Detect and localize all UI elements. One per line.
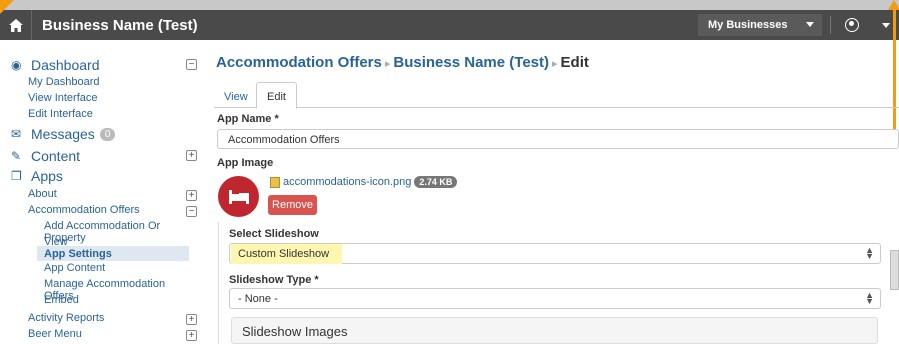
app-name-input[interactable]: Accommodation Offers xyxy=(217,129,899,149)
user-icon[interactable] xyxy=(845,18,859,32)
slideshow-type-dropdown[interactable]: - None - ▲ ▼ xyxy=(229,288,881,309)
annotation-arrow-icon xyxy=(0,0,14,14)
top-strip xyxy=(0,0,899,10)
top-navbar: Business Name (Test) My Businesses xyxy=(0,10,899,40)
sidebar-item-my-dashboard[interactable]: My Dashboard xyxy=(28,76,100,88)
sidebar-item-edit-interface[interactable]: Edit Interface xyxy=(28,108,93,120)
breadcrumb-accommodation-offers[interactable]: Accommodation Offers xyxy=(216,54,382,71)
select-slideshow-dropdown[interactable]: Custom Slideshow ▲ ▼ xyxy=(229,243,881,264)
expand-toggle-icon[interactable]: + xyxy=(186,190,197,201)
scrollbar[interactable] xyxy=(890,250,899,290)
envelope-icon: ✉ xyxy=(11,127,22,141)
messages-count-badge: 0 xyxy=(99,127,116,141)
sidebar-item-activity-reports[interactable]: Activity Reports xyxy=(28,312,104,324)
collapse-toggle-icon[interactable]: − xyxy=(186,59,197,70)
user-menu-chevron-icon[interactable] xyxy=(882,23,890,28)
sidebar-item-accommodation-offers[interactable]: Accommodation Offers xyxy=(28,204,140,216)
chevron-down-icon xyxy=(806,22,814,27)
collapse-toggle-icon[interactable]: − xyxy=(186,206,197,217)
sidebar-item-app-settings[interactable]: App Settings xyxy=(37,246,189,261)
sidebar-item-dashboard[interactable]: ◉ Dashboard xyxy=(11,57,100,73)
sidebar-item-about[interactable]: About xyxy=(28,188,57,200)
dashboard-icon: ◉ xyxy=(11,58,22,72)
app-name-label: App Name * xyxy=(217,113,279,125)
home-icon xyxy=(8,18,23,32)
select-slideshow-value: Custom Slideshow xyxy=(231,244,342,264)
sidebar-item-beer-menu[interactable]: Beer Menu xyxy=(28,328,82,340)
my-businesses-label: My Businesses xyxy=(708,19,788,31)
sidebar-item-label: Messages xyxy=(31,126,95,142)
sidebar-item-view-interface[interactable]: View Interface xyxy=(28,92,98,104)
sidebar-item-label: Apps xyxy=(31,168,63,184)
sidebar-item-label: Content xyxy=(31,148,81,164)
slideshow-images-header: Slideshow Images xyxy=(231,317,878,344)
tab-bar: View Edit xyxy=(214,82,899,109)
app-image-preview xyxy=(218,176,259,217)
breadcrumb-business-name[interactable]: Business Name (Test) xyxy=(393,54,549,71)
app-image-file[interactable]: accommodations-icon.png 2.74 KB xyxy=(270,176,458,188)
sidebar-item-content[interactable]: ✎ Content xyxy=(11,148,80,164)
select-slideshow-label: Select Slideshow xyxy=(229,228,319,240)
file-name-link[interactable]: accommodations-icon.png xyxy=(283,176,411,188)
divider xyxy=(830,16,831,34)
updown-chevron-icon: ▲ ▼ xyxy=(865,290,874,306)
business-title[interactable]: Business Name (Test) xyxy=(32,17,198,34)
slideshow-type-value: - None - xyxy=(238,293,278,305)
slideshow-type-label: Slideshow Type * xyxy=(229,274,319,286)
expand-toggle-icon[interactable]: + xyxy=(186,330,197,341)
expand-toggle-icon[interactable]: + xyxy=(186,150,197,161)
sidebar-item-apps[interactable]: ❐ Apps xyxy=(11,168,63,184)
my-businesses-dropdown[interactable]: My Businesses xyxy=(698,14,822,36)
remove-button[interactable]: Remove xyxy=(268,195,317,215)
tab-edit[interactable]: Edit xyxy=(256,82,297,109)
apps-icon: ❐ xyxy=(11,169,22,183)
file-icon xyxy=(270,176,280,188)
sidebar-item-label: Dashboard xyxy=(31,57,100,73)
sidebar: ◉ Dashboard − My Dashboard View Interfac… xyxy=(8,40,197,344)
tab-view[interactable]: View xyxy=(216,86,256,108)
app-image-label: App Image xyxy=(217,157,274,169)
breadcrumb-separator-icon: ▸ xyxy=(384,58,391,70)
sidebar-item-app-content[interactable]: App Content xyxy=(44,262,105,274)
bed-icon xyxy=(229,190,249,204)
sidebar-item-messages[interactable]: ✉ Messages 0 xyxy=(11,126,116,142)
home-button[interactable] xyxy=(0,10,32,40)
edit-icon: ✎ xyxy=(11,149,22,163)
breadcrumb-current: Edit xyxy=(560,54,589,71)
file-size-badge: 2.74 KB xyxy=(414,176,458,188)
breadcrumb-separator-icon: ▸ xyxy=(552,58,558,70)
expand-toggle-icon[interactable]: + xyxy=(186,314,197,325)
breadcrumb: Accommodation Offers ▸ Business Name (Test… xyxy=(216,54,589,71)
sidebar-item-embed[interactable]: Embed xyxy=(44,294,79,306)
updown-chevron-icon: ▲ ▼ xyxy=(865,245,874,261)
